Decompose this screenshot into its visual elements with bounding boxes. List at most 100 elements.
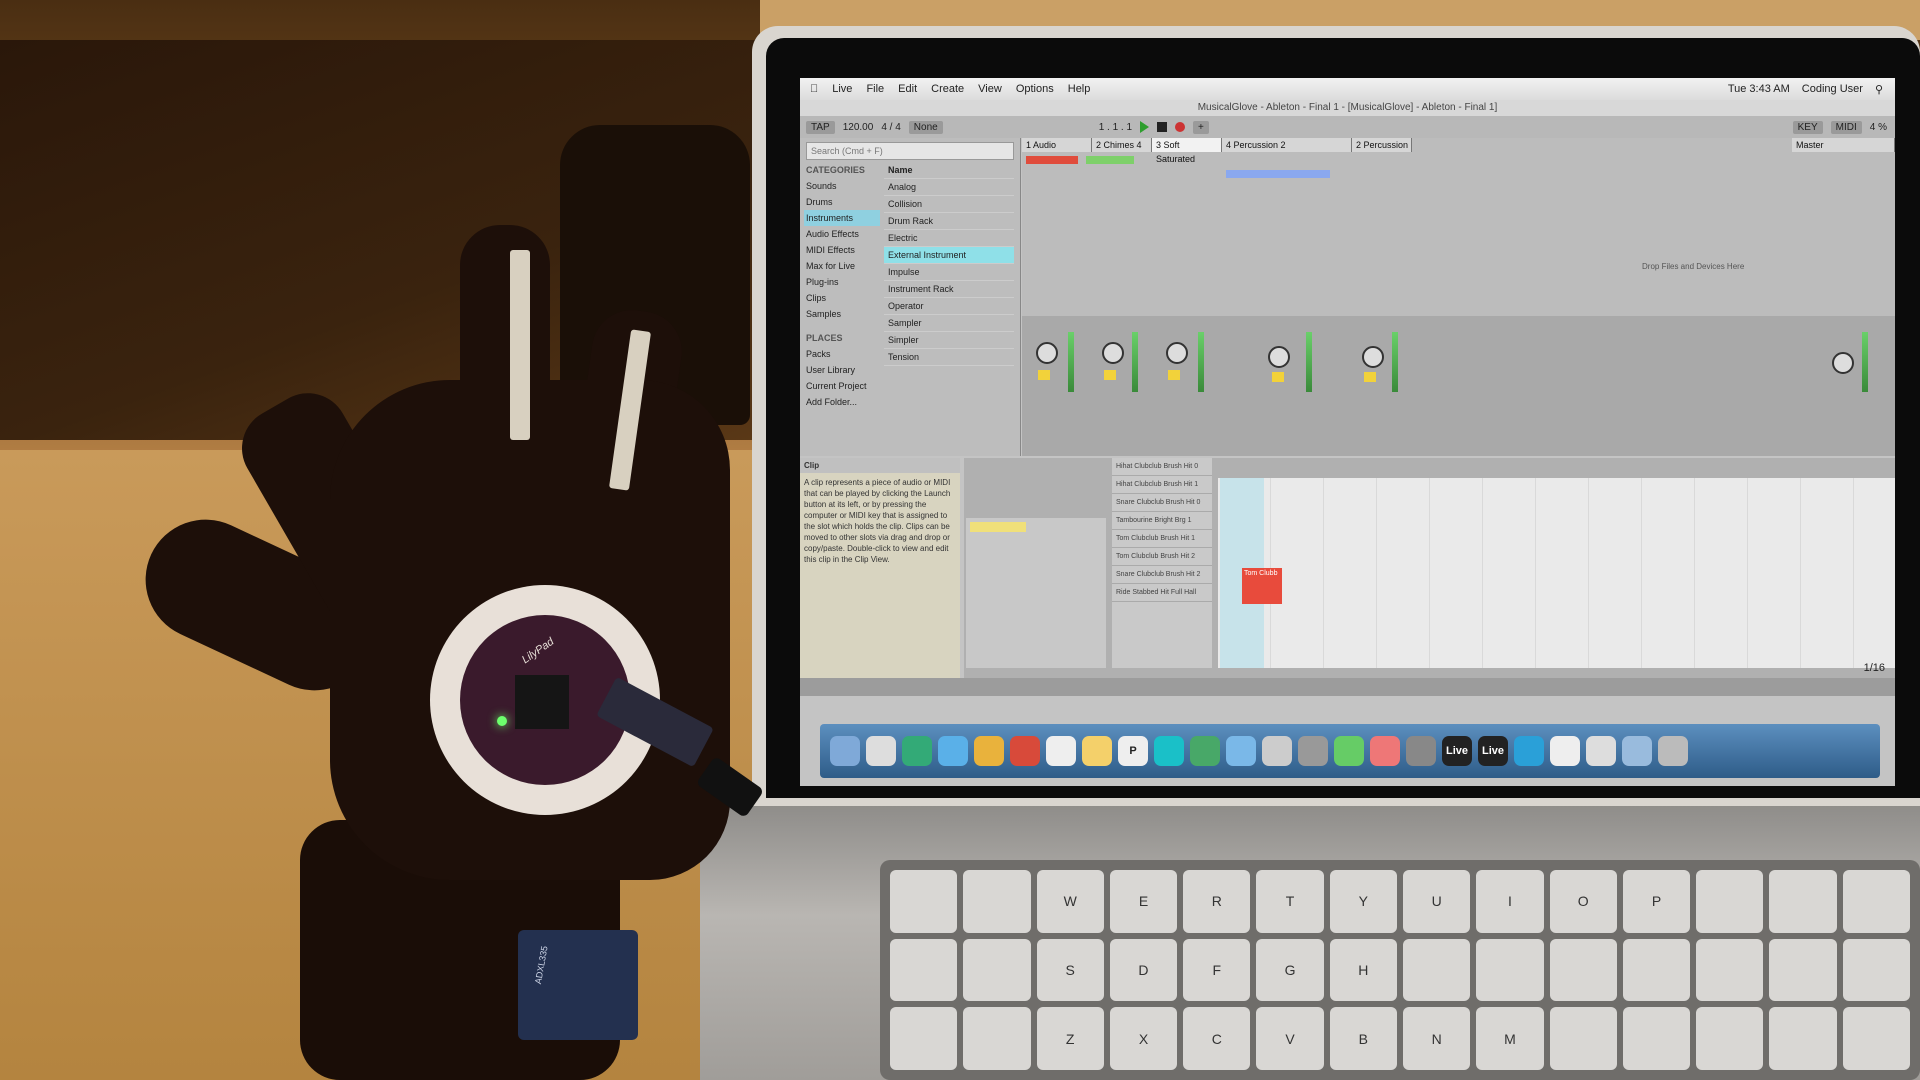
pan-knob[interactable]	[1268, 346, 1290, 368]
key[interactable]	[1549, 1007, 1617, 1070]
drum-pad[interactable]: Hihat Clubclub Brush Hit 1	[1112, 476, 1212, 494]
track-header-1[interactable]: 1 Audio	[1022, 138, 1092, 152]
pan-knob[interactable]	[1036, 342, 1058, 364]
key[interactable]: E	[1109, 870, 1178, 933]
track-activator-button[interactable]	[1168, 370, 1180, 380]
midi-button[interactable]: MIDI	[1830, 120, 1862, 134]
preview-icon[interactable]	[1262, 736, 1292, 766]
document-icon[interactable]	[1586, 736, 1616, 766]
browser-item[interactable]: Operator	[884, 298, 1014, 315]
category-midi-effects[interactable]: MIDI Effects	[804, 242, 880, 258]
document-icon[interactable]	[1550, 736, 1580, 766]
drum-pad[interactable]: Snare Clubclub Brush Hit 0	[1112, 494, 1212, 512]
track-header-4[interactable]: 4 Percussion 2	[1222, 138, 1352, 152]
drive-icon[interactable]	[1190, 736, 1220, 766]
calendar-icon[interactable]	[1046, 736, 1076, 766]
photo-icon[interactable]	[1298, 736, 1328, 766]
menu-live[interactable]: Live	[832, 83, 852, 95]
category-plugins[interactable]: Plug-ins	[804, 274, 880, 290]
drum-pad[interactable]: Ride Stabbed Hit Full Hall	[1112, 584, 1212, 602]
drum-pad[interactable]: Tom Clubclub Brush Hit 2	[1112, 548, 1212, 566]
browser-item[interactable]: Simpler	[884, 332, 1014, 349]
stop-icon[interactable]	[1157, 122, 1168, 132]
drum-pad[interactable]: Tom Clubclub Brush Hit 1	[1112, 530, 1212, 548]
key[interactable]: D	[1109, 938, 1178, 1002]
key[interactable]	[1842, 938, 1910, 1002]
track-activator-button[interactable]	[1038, 370, 1050, 380]
ableton-live-icon[interactable]: Live	[1478, 736, 1508, 766]
browser-item-selected[interactable]: External Instrument	[884, 247, 1014, 264]
key[interactable]	[963, 1007, 1031, 1070]
quantize-select[interactable]: None	[908, 120, 943, 134]
browser-item[interactable]: Instrument Rack	[884, 281, 1014, 298]
notes-icon[interactable]	[1082, 736, 1112, 766]
menu-file[interactable]: File	[866, 83, 884, 95]
key[interactable]: X	[1109, 1007, 1178, 1070]
tap-button[interactable]: TAP	[806, 120, 835, 134]
key[interactable]: G	[1256, 938, 1324, 1002]
safari-icon[interactable]	[938, 736, 968, 766]
signature-field[interactable]: 4 / 4	[881, 122, 900, 133]
drum-pad[interactable]: Snare Clubclub Brush Hit 2	[1112, 566, 1212, 584]
key[interactable]: F	[1183, 938, 1251, 1002]
place-packs[interactable]: Packs	[804, 346, 880, 362]
key[interactable]: W	[1036, 870, 1104, 933]
midi-note[interactable]: Tom Clubb	[1242, 568, 1282, 604]
position-field[interactable]: 1 . 1 . 1	[1099, 122, 1132, 133]
key[interactable]: N	[1402, 1007, 1471, 1070]
tempo-field[interactable]: 120.00	[843, 122, 874, 133]
midi-note-editor[interactable]: Tom Clubb	[1218, 478, 1895, 668]
browser-item[interactable]: Impulse	[884, 264, 1014, 281]
app-icon[interactable]	[1406, 736, 1436, 766]
category-instruments[interactable]: Instruments	[804, 210, 880, 226]
pan-knob[interactable]	[1166, 342, 1188, 364]
key[interactable]	[1476, 938, 1544, 1002]
app-icon[interactable]	[1226, 736, 1256, 766]
key[interactable]: O	[1549, 870, 1617, 933]
trash-icon[interactable]	[1658, 736, 1688, 766]
key[interactable]	[1402, 938, 1471, 1002]
key[interactable]: R	[1183, 870, 1251, 933]
new-button[interactable]: +	[1193, 120, 1209, 134]
key[interactable]: C	[1183, 1007, 1251, 1070]
track-header-master[interactable]: Master	[1792, 138, 1895, 152]
browser-item[interactable]: Analog	[884, 179, 1014, 196]
app-icon[interactable]	[1514, 736, 1544, 766]
key[interactable]	[1696, 870, 1764, 933]
menubar-user[interactable]: Coding User	[1802, 83, 1863, 96]
key[interactable]	[1549, 938, 1617, 1002]
drop-zone-text[interactable]: Drop Files and Devices Here	[1642, 262, 1744, 271]
pandora-icon[interactable]: P	[1118, 736, 1148, 766]
key[interactable]	[1696, 938, 1764, 1002]
pan-knob[interactable]	[1102, 342, 1124, 364]
track-activator-button[interactable]	[1272, 372, 1284, 382]
apple-icon[interactable]: 	[810, 83, 818, 95]
key[interactable]: S	[1036, 938, 1104, 1002]
category-sounds[interactable]: Sounds	[804, 178, 880, 194]
browser-item[interactable]: Tension	[884, 349, 1014, 366]
key[interactable]: U	[1402, 870, 1471, 933]
key[interactable]	[1696, 1007, 1764, 1070]
key[interactable]	[1622, 1007, 1691, 1070]
browser-item[interactable]: Collision	[884, 196, 1014, 213]
key[interactable]	[890, 1007, 958, 1070]
category-drums[interactable]: Drums	[804, 194, 880, 210]
master-knob[interactable]	[1832, 352, 1854, 374]
finder-icon[interactable]	[830, 736, 860, 766]
app-icon[interactable]	[1154, 736, 1184, 766]
key[interactable]: P	[1622, 870, 1691, 933]
key[interactable]: V	[1256, 1007, 1324, 1070]
browser-item[interactable]: Electric	[884, 230, 1014, 247]
menu-edit[interactable]: Edit	[898, 83, 917, 95]
drum-pad[interactable]: Hihat Clubclub Brush Hit 0	[1112, 458, 1212, 476]
spotlight-icon[interactable]: ⚲	[1875, 83, 1883, 96]
key[interactable]	[890, 938, 958, 1002]
place-add-folder[interactable]: Add Folder...	[804, 394, 880, 410]
place-current-project[interactable]: Current Project	[804, 378, 880, 394]
category-samples[interactable]: Samples	[804, 306, 880, 322]
place-user-library[interactable]: User Library	[804, 362, 880, 378]
clip-name-box[interactable]	[970, 522, 1026, 532]
track-header-2[interactable]: 2 Chimes 4	[1092, 138, 1152, 152]
clip-slot-green[interactable]	[1086, 156, 1134, 164]
menu-options[interactable]: Options	[1016, 83, 1054, 95]
